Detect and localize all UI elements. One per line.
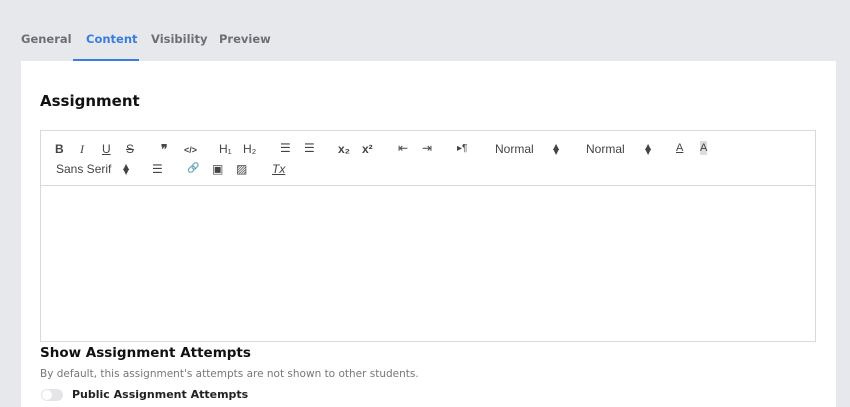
ordered-list-icon[interactable]: ☰ [280,141,291,155]
chevron-updown-icon[interactable]: ▲▼ [645,144,651,154]
code-block-button[interactable]: </> [184,143,197,157]
chevron-updown-icon[interactable]: ▲▼ [123,164,129,174]
subscript-button[interactable]: x₂ [338,142,350,156]
tab-visibility[interactable]: Visibility [151,32,207,46]
size-select[interactable]: Normal [586,142,625,156]
section-title: Assignment [40,92,140,110]
clear-format-icon[interactable]: Tx [272,162,285,176]
bullet-list-icon[interactable]: ☰ [304,141,315,155]
header-1-button[interactable]: H₁ [219,142,232,156]
link-icon[interactable]: 🔗 [187,162,199,176]
blockquote-button[interactable]: ❞ [161,142,167,156]
text-direction-icon[interactable]: ▸¶ [457,142,467,156]
outdent-icon[interactable]: ⇤ [398,141,408,155]
underline-button[interactable]: U [102,142,111,156]
italic-button[interactable]: I [80,142,84,156]
background-color-button[interactable]: A [700,141,707,155]
text-color-button[interactable]: A [676,141,683,155]
video-icon[interactable]: ▣ [212,162,223,176]
align-icon[interactable]: ☰ [152,162,163,176]
font-select[interactable]: Sans Serif [56,162,111,176]
attempts-title: Show Assignment Attempts [40,345,251,361]
public-attempts-toggle[interactable] [41,389,63,401]
indent-icon[interactable]: ⇥ [422,141,432,155]
attempts-description: By default, this assignment's attempts a… [40,368,419,380]
image-icon[interactable]: ▨ [236,162,247,176]
superscript-button[interactable]: x² [362,142,373,156]
strike-button[interactable]: S [126,142,134,156]
editor-toolbar: B I U S ❞ </> H₁ H₂ ☰ ☰ x₂ x² ⇤ ⇥ ▸¶ Nor… [41,131,815,186]
public-attempts-label: Public Assignment Attempts [72,388,248,401]
header-select[interactable]: Normal [495,142,534,156]
tab-general[interactable]: General [21,32,72,46]
bold-button[interactable]: B [55,142,64,156]
editor-content-area[interactable] [41,185,815,341]
tab-preview[interactable]: Preview [219,32,271,46]
chevron-updown-icon[interactable]: ▲▼ [553,144,559,154]
header-2-button[interactable]: H₂ [243,142,256,156]
rich-text-editor: B I U S ❞ </> H₁ H₂ ☰ ☰ x₂ x² ⇤ ⇥ ▸¶ Nor… [40,130,816,342]
tab-content[interactable]: Content [86,32,138,46]
